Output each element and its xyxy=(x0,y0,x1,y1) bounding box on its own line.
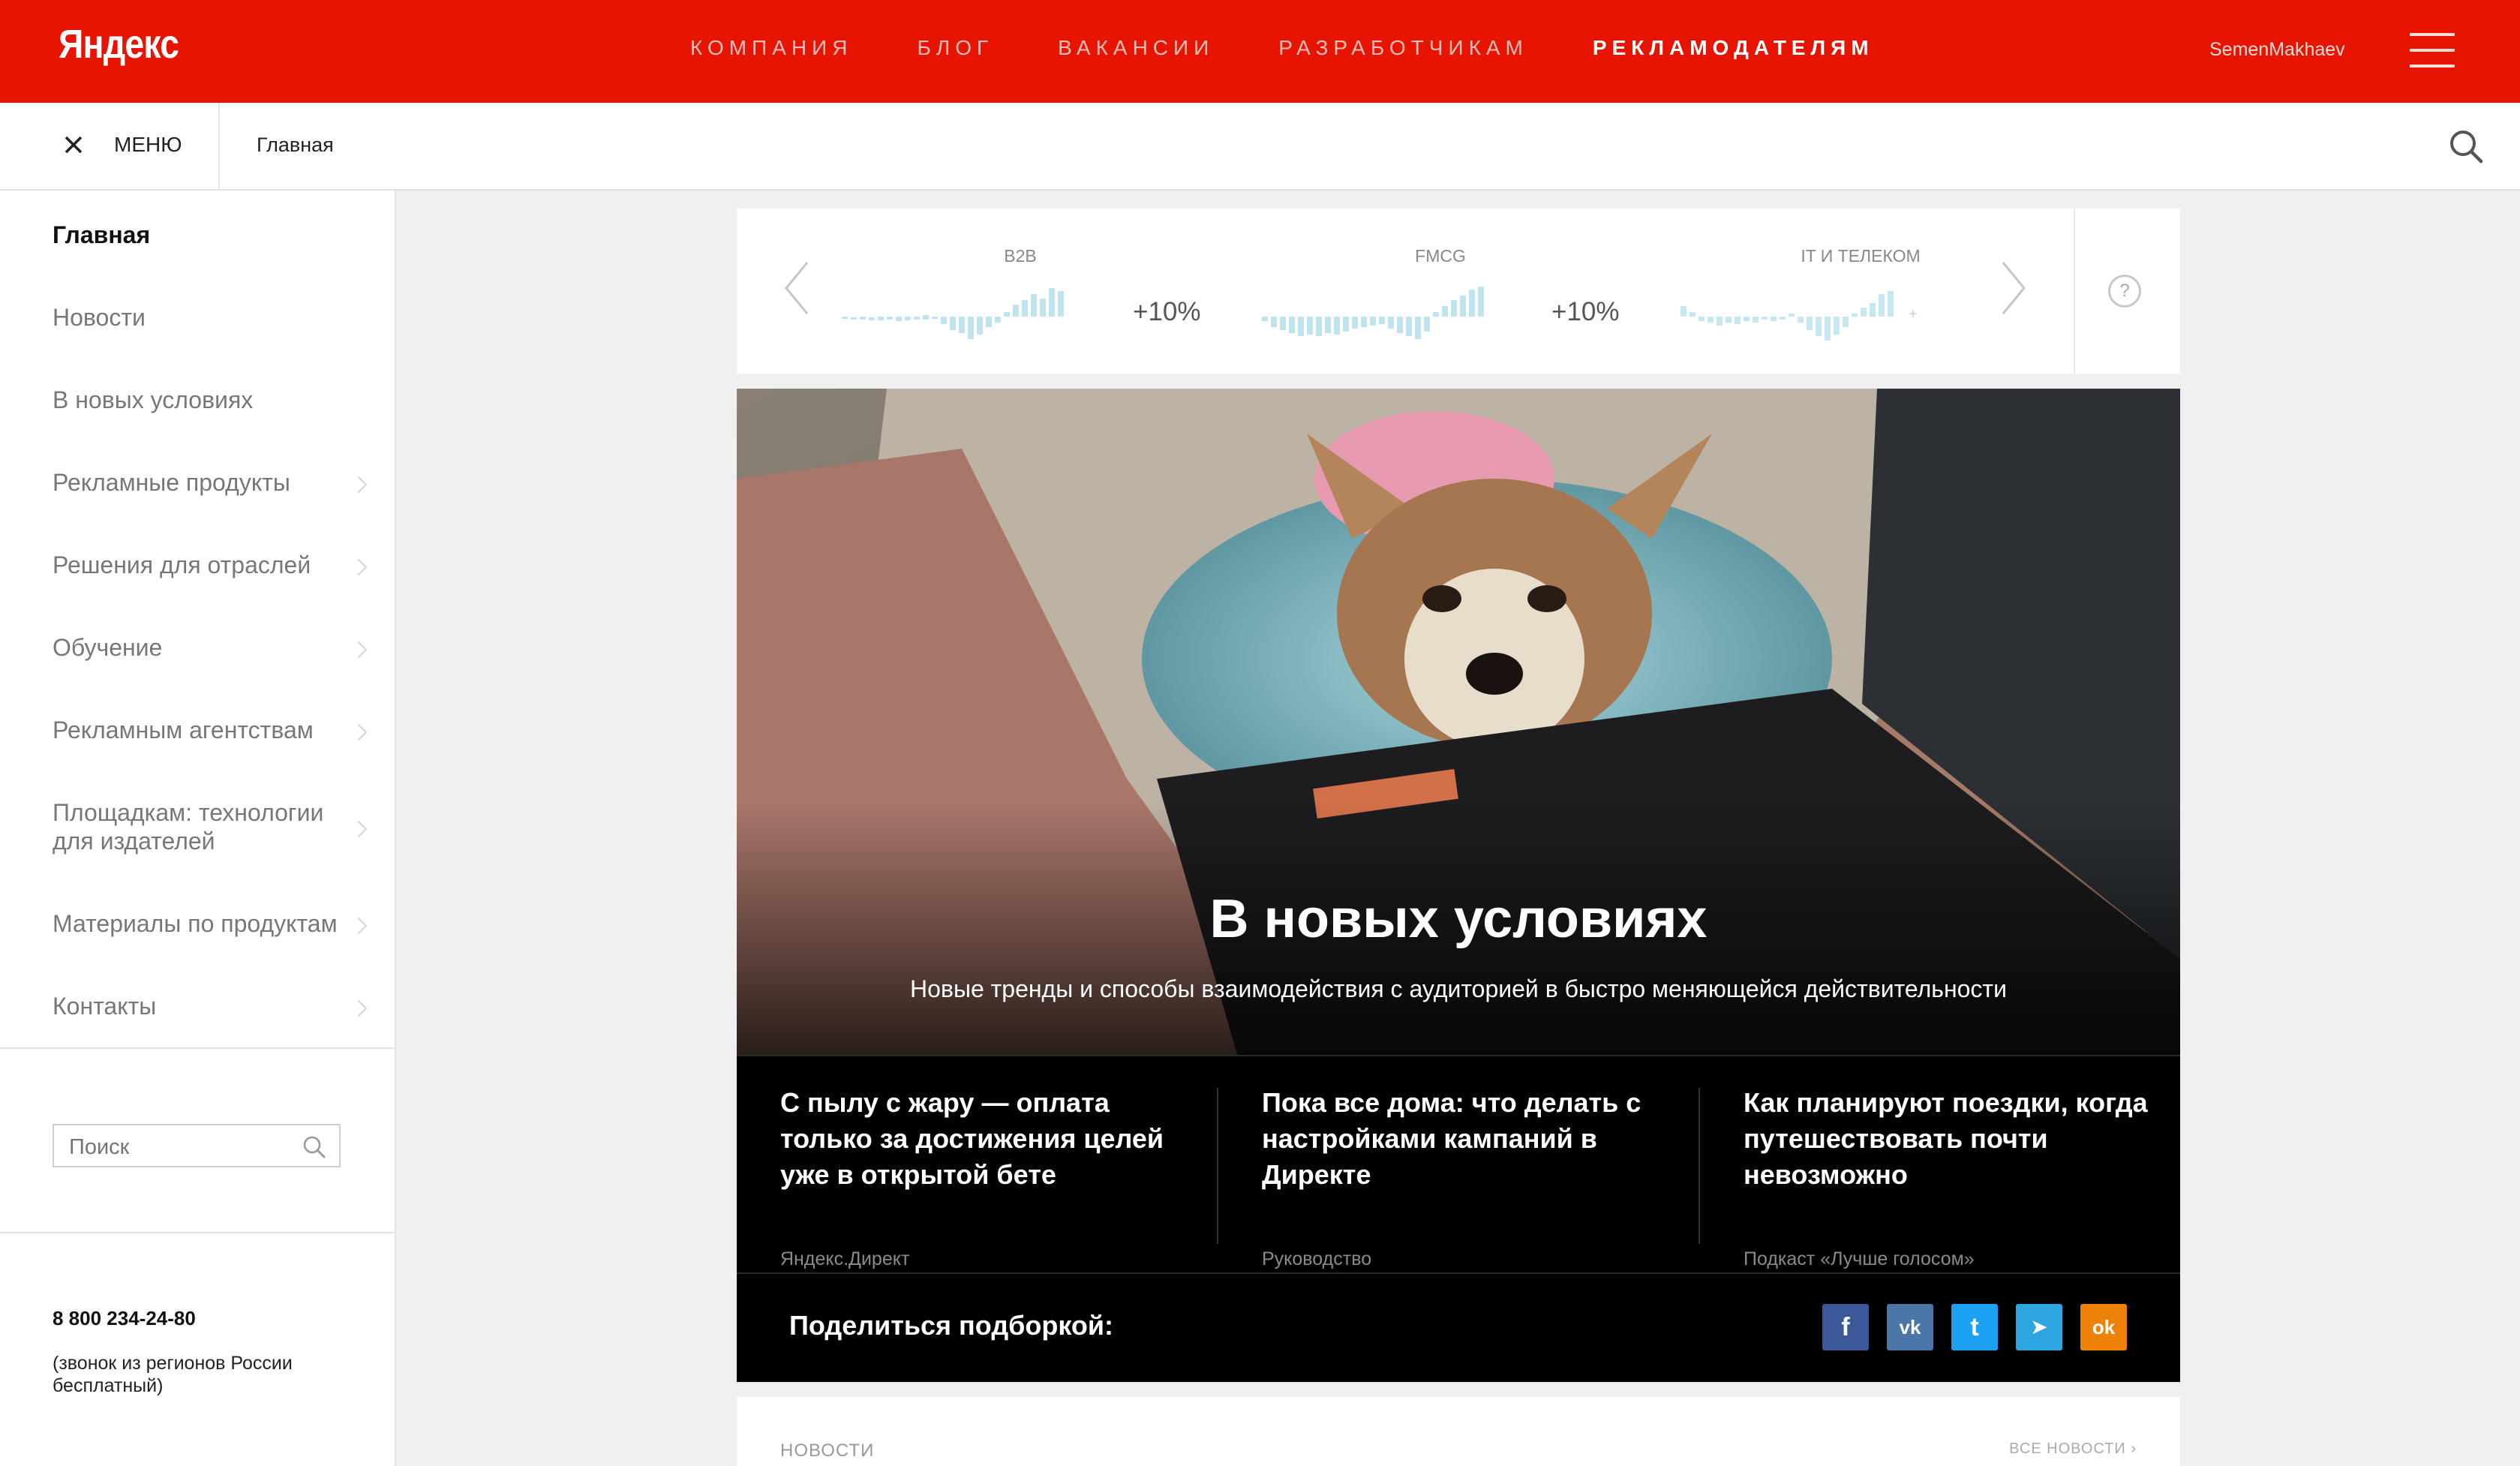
sidebar-item-home[interactable]: Главная xyxy=(53,221,368,249)
industry-trends-ticker: B2B +10% FMCG +10% IT И ТЕЛЕКОМ ? xyxy=(737,209,2180,374)
close-icon[interactable] xyxy=(59,130,89,160)
sidebar-item-agencies[interactable]: Рекламным агентствам xyxy=(53,716,368,744)
odnoklassniki-icon[interactable]: ok xyxy=(2080,1304,2127,1350)
nav-vacancies[interactable]: ВАКАНСИИ xyxy=(1058,36,1214,60)
search-icon[interactable] xyxy=(2447,128,2485,165)
news-heading: НОВОСТИ xyxy=(780,1440,875,1461)
article-card[interactable]: Как планируют поездки, когда путешествов… xyxy=(1744,1085,2149,1269)
telegram-icon[interactable]: ➤ xyxy=(2016,1304,2062,1350)
secondary-bar: МЕНЮ Главная xyxy=(0,103,2520,191)
sparkline-fmcg xyxy=(1262,287,1484,339)
sidebar-item-new-conditions[interactable]: В новых условиях xyxy=(53,386,368,414)
menu-toggle-label[interactable]: МЕНЮ xyxy=(114,133,182,157)
ticker-label-b2b: B2B xyxy=(1004,246,1037,266)
article-title[interactable]: Пока все дома: что делать с настройками … xyxy=(1262,1085,1667,1193)
share-bar: Поделиться подборкой: f vk t ➤ ok xyxy=(737,1272,2180,1382)
top-nav: КОМПАНИЯ БЛОГ ВАКАНСИИ РАЗРАБОТЧИКАМ РЕК… xyxy=(690,36,1939,60)
sidebar-item-ad-products[interactable]: Рекламные продукты xyxy=(53,468,368,497)
article-title[interactable]: Как планируют поездки, когда путешествов… xyxy=(1744,1085,2149,1193)
sidebar-search-box xyxy=(53,1124,341,1167)
breadcrumb[interactable]: Главная xyxy=(257,134,334,157)
support-phone-note: (звонок из регионов России бесплатный) xyxy=(53,1353,293,1396)
twitter-icon[interactable]: t xyxy=(1951,1304,1998,1350)
top-header: Яндекс КОМПАНИЯ БЛОГ ВАКАНСИИ РАЗРАБОТЧИ… xyxy=(0,0,2520,103)
hamburger-menu-icon[interactable] xyxy=(2410,33,2455,68)
help-icon[interactable]: ? xyxy=(2108,275,2141,308)
hero-subtitle: Новые тренды и способы взаимодействия с … xyxy=(910,975,2007,1002)
ticker-label-it-telecom: IT И ТЕЛЕКОМ xyxy=(1801,246,1921,266)
article-card[interactable]: С пылу с жару — оплата только за достиже… xyxy=(780,1085,1185,1269)
divider xyxy=(1217,1088,1218,1244)
nav-developers[interactable]: РАЗРАБОТЧИКАМ xyxy=(1278,36,1528,60)
sidebar-item-learning[interactable]: Обучение xyxy=(53,633,368,662)
facebook-icon[interactable]: f xyxy=(1822,1304,1869,1350)
ticker-change-b2b: +10% xyxy=(1133,297,1201,326)
sidebar-item-publishers[interactable]: Площадкам: технологии для издателей xyxy=(53,798,368,855)
sidebar: Главная Новости В новых условиях Рекламн… xyxy=(0,191,396,1466)
support-phone[interactable]: 8 800 234-24-80 xyxy=(53,1307,196,1330)
nav-advertisers[interactable]: РЕКЛАМОДАТЕЛЯМ xyxy=(1593,36,1874,60)
article-source: Руководство xyxy=(1262,1248,1372,1269)
article-source: Яндекс.Директ xyxy=(780,1248,910,1269)
nav-blog[interactable]: БЛОГ xyxy=(917,36,993,60)
sidebar-item-news[interactable]: Новости xyxy=(53,303,368,332)
share-label: Поделиться подборкой: xyxy=(789,1310,1114,1341)
chevron-right-icon[interactable] xyxy=(1999,258,2029,318)
article-card[interactable]: Пока все дома: что делать с настройками … xyxy=(1262,1085,1667,1269)
yandex-logo[interactable]: Яндекс xyxy=(59,21,179,68)
sidebar-search-input[interactable] xyxy=(68,1134,296,1161)
divider xyxy=(2074,209,2075,374)
ticker-change-fmcg: +10% xyxy=(1551,297,1620,326)
divider xyxy=(0,1047,395,1049)
article-title[interactable]: С пылу с жару — оплата только за достиже… xyxy=(780,1085,1185,1193)
article-cards: С пылу с жару — оплата только за достиже… xyxy=(737,1055,2180,1274)
all-news-link[interactable]: ВСЕ НОВОСТИ › xyxy=(2009,1440,2137,1458)
user-name[interactable]: SemenMakhaev xyxy=(2209,39,2345,61)
nav-company[interactable]: КОМПАНИЯ xyxy=(690,36,852,60)
sidebar-item-contacts[interactable]: Контакты xyxy=(53,992,368,1020)
divider xyxy=(1699,1088,1700,1244)
divider xyxy=(0,1232,395,1233)
news-section: НОВОСТИ ВСЕ НОВОСТИ › xyxy=(737,1397,2180,1466)
hero-photo-dog-laptop xyxy=(737,389,2180,1139)
article-source: Подкаст «Лучше голосом» xyxy=(1744,1248,1975,1269)
vk-icon[interactable]: vk xyxy=(1887,1304,1933,1350)
ticker-label-fmcg: FMCG xyxy=(1415,246,1466,266)
sparkline-it-telecom xyxy=(1681,291,1916,341)
divider xyxy=(218,103,220,189)
hero-title[interactable]: В новых условиях xyxy=(737,888,2180,950)
sidebar-item-product-materials[interactable]: Материалы по продуктам xyxy=(53,909,368,938)
chevron-left-icon[interactable] xyxy=(782,258,812,318)
sparkline-b2b xyxy=(842,288,1064,339)
search-icon[interactable] xyxy=(302,1134,327,1160)
sidebar-item-industry-solutions[interactable]: Решения для отраслей xyxy=(53,551,368,579)
